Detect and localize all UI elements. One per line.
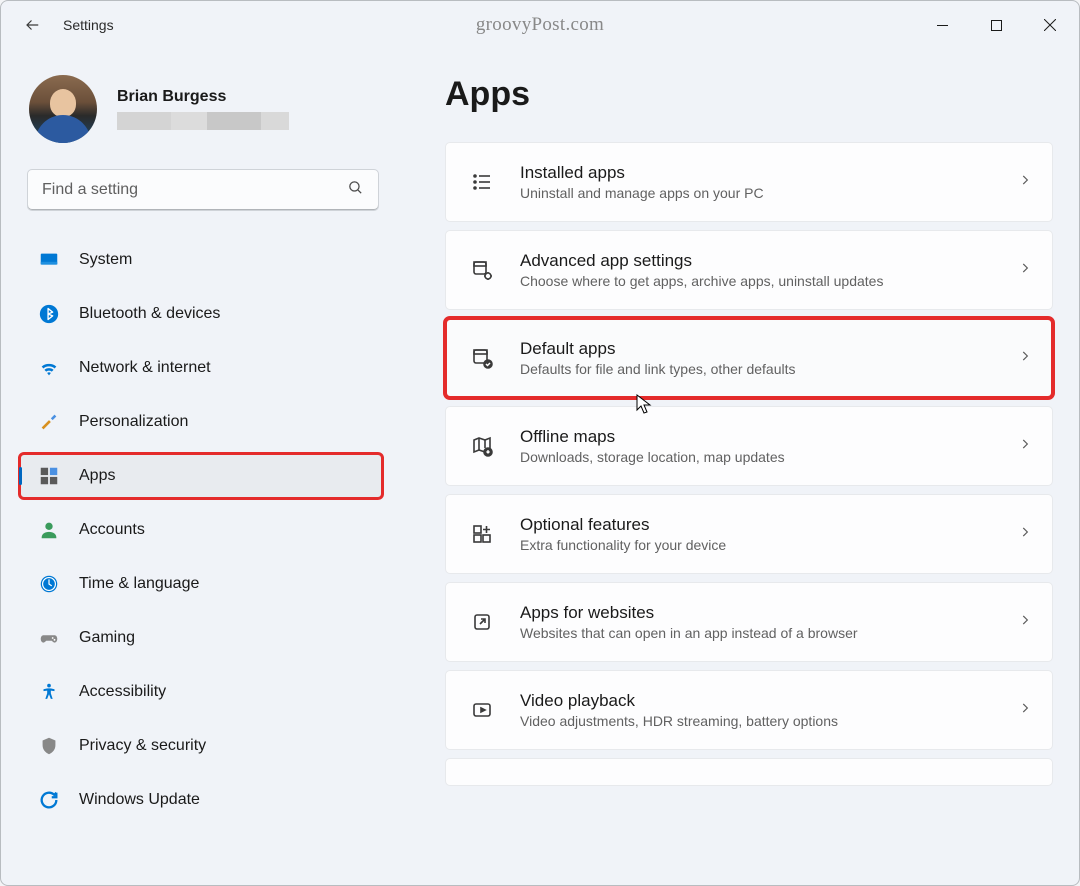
chevron-right-icon — [1018, 349, 1032, 368]
sidebar-item-time[interactable]: Time & language — [19, 561, 383, 607]
card-title: Offline maps — [520, 427, 1018, 447]
card-title: Apps for websites — [520, 603, 1018, 623]
clock-globe-icon — [37, 572, 61, 596]
grid-plus-icon — [468, 520, 496, 548]
accessibility-icon — [37, 680, 61, 704]
chevron-right-icon — [1018, 261, 1032, 280]
search-box[interactable] — [27, 169, 379, 211]
sidebar-item-label: Network & internet — [79, 359, 211, 377]
card-text: Video playback Video adjustments, HDR st… — [520, 691, 1018, 729]
chevron-right-icon — [1018, 613, 1032, 632]
titlebar: Settings groovyPost.com — [1, 1, 1079, 49]
card-subtitle: Uninstall and manage apps on your PC — [520, 185, 1018, 201]
wifi-icon — [37, 356, 61, 380]
card-subtitle: Websites that can open in an app instead… — [520, 625, 1018, 641]
back-button[interactable] — [23, 15, 43, 35]
sidebar-item-bluetooth[interactable]: Bluetooth & devices — [19, 291, 383, 337]
sidebar-item-label: Personalization — [79, 413, 188, 431]
window-title: Settings — [63, 17, 114, 33]
list-icon — [468, 168, 496, 196]
profile-email-redacted — [117, 112, 289, 130]
card-text: Offline maps Downloads, storage location… — [520, 427, 1018, 465]
profile-name: Brian Burgess — [117, 88, 289, 106]
card-subtitle: Video adjustments, HDR streaming, batter… — [520, 713, 1018, 729]
sidebar-item-personalization[interactable]: Personalization — [19, 399, 383, 445]
profile-info: Brian Burgess — [117, 88, 289, 130]
sidebar-item-accounts[interactable]: Accounts — [19, 507, 383, 553]
gamepad-icon — [37, 626, 61, 650]
card-subtitle: Downloads, storage location, map updates — [520, 449, 1018, 465]
card-text: Default apps Defaults for file and link … — [520, 339, 1018, 377]
sidebar-item-label: Privacy & security — [79, 737, 206, 755]
sidebar-item-network[interactable]: Network & internet — [19, 345, 383, 391]
sidebar: Brian Burgess System — [1, 49, 401, 885]
maximize-button[interactable] — [973, 9, 1019, 41]
bluetooth-icon — [37, 302, 61, 326]
card-apps-for-websites[interactable]: Apps for websites Websites that can open… — [445, 582, 1053, 662]
card-peek[interactable] — [445, 758, 1053, 786]
sidebar-item-label: Accounts — [79, 521, 145, 539]
system-icon — [37, 248, 61, 272]
page-title: Apps — [445, 75, 1053, 114]
card-text: Optional features Extra functionality fo… — [520, 515, 1018, 553]
card-title: Default apps — [520, 339, 1018, 359]
paintbrush-icon — [37, 410, 61, 434]
chevron-right-icon — [1018, 437, 1032, 456]
sidebar-item-label: Apps — [79, 467, 115, 485]
card-advanced-app-settings[interactable]: Advanced app settings Choose where to ge… — [445, 230, 1053, 310]
avatar — [29, 75, 97, 143]
map-download-icon — [468, 432, 496, 460]
profile-block[interactable]: Brian Burgess — [11, 67, 391, 151]
body: Brian Burgess System — [1, 49, 1079, 885]
sidebar-item-gaming[interactable]: Gaming — [19, 615, 383, 661]
sidebar-item-label: Bluetooth & devices — [79, 305, 220, 323]
sidebar-item-update[interactable]: Windows Update — [19, 777, 383, 823]
sidebar-item-label: System — [79, 251, 132, 269]
shield-icon — [37, 734, 61, 758]
card-video-playback[interactable]: Video playback Video adjustments, HDR st… — [445, 670, 1053, 750]
card-title: Installed apps — [520, 163, 1018, 183]
card-default-apps[interactable]: Default apps Defaults for file and link … — [445, 318, 1053, 398]
settings-window: Settings groovyPost.com Brian Burgess — [0, 0, 1080, 886]
card-text: Apps for websites Websites that can open… — [520, 603, 1018, 641]
cards-list: Installed apps Uninstall and manage apps… — [445, 142, 1053, 786]
external-link-icon — [468, 608, 496, 636]
card-optional-features[interactable]: Optional features Extra functionality fo… — [445, 494, 1053, 574]
nav: System Bluetooth & devices Network & int… — [11, 233, 391, 827]
card-offline-maps[interactable]: Offline maps Downloads, storage location… — [445, 406, 1053, 486]
sidebar-item-label: Gaming — [79, 629, 135, 647]
apps-icon — [37, 464, 61, 488]
chevron-right-icon — [1018, 173, 1032, 192]
update-icon — [37, 788, 61, 812]
chevron-right-icon — [1018, 525, 1032, 544]
card-title: Advanced app settings — [520, 251, 1018, 271]
sidebar-item-label: Time & language — [79, 575, 199, 593]
card-subtitle: Defaults for file and link types, other … — [520, 361, 1018, 377]
search-icon — [347, 179, 364, 201]
card-title: Video playback — [520, 691, 1018, 711]
watermark: groovyPost.com — [476, 14, 604, 36]
window-controls — [919, 9, 1073, 41]
app-gear-icon — [468, 256, 496, 284]
sidebar-item-accessibility[interactable]: Accessibility — [19, 669, 383, 715]
sidebar-item-system[interactable]: System — [19, 237, 383, 283]
sidebar-item-label: Accessibility — [79, 683, 166, 701]
sidebar-item-label: Windows Update — [79, 791, 200, 809]
chevron-right-icon — [1018, 701, 1032, 720]
close-button[interactable] — [1027, 9, 1073, 41]
card-text: Installed apps Uninstall and manage apps… — [520, 163, 1018, 201]
app-check-icon — [468, 344, 496, 372]
search-input[interactable] — [42, 181, 347, 199]
sidebar-item-privacy[interactable]: Privacy & security — [19, 723, 383, 769]
card-text: Advanced app settings Choose where to ge… — [520, 251, 1018, 289]
card-subtitle: Choose where to get apps, archive apps, … — [520, 273, 1018, 289]
person-icon — [37, 518, 61, 542]
video-icon — [468, 696, 496, 724]
main-panel: Apps Installed apps Uninstall and manage… — [401, 49, 1079, 885]
card-subtitle: Extra functionality for your device — [520, 537, 1018, 553]
card-installed-apps[interactable]: Installed apps Uninstall and manage apps… — [445, 142, 1053, 222]
card-title: Optional features — [520, 515, 1018, 535]
minimize-button[interactable] — [919, 9, 965, 41]
sidebar-item-apps[interactable]: Apps — [19, 453, 383, 499]
